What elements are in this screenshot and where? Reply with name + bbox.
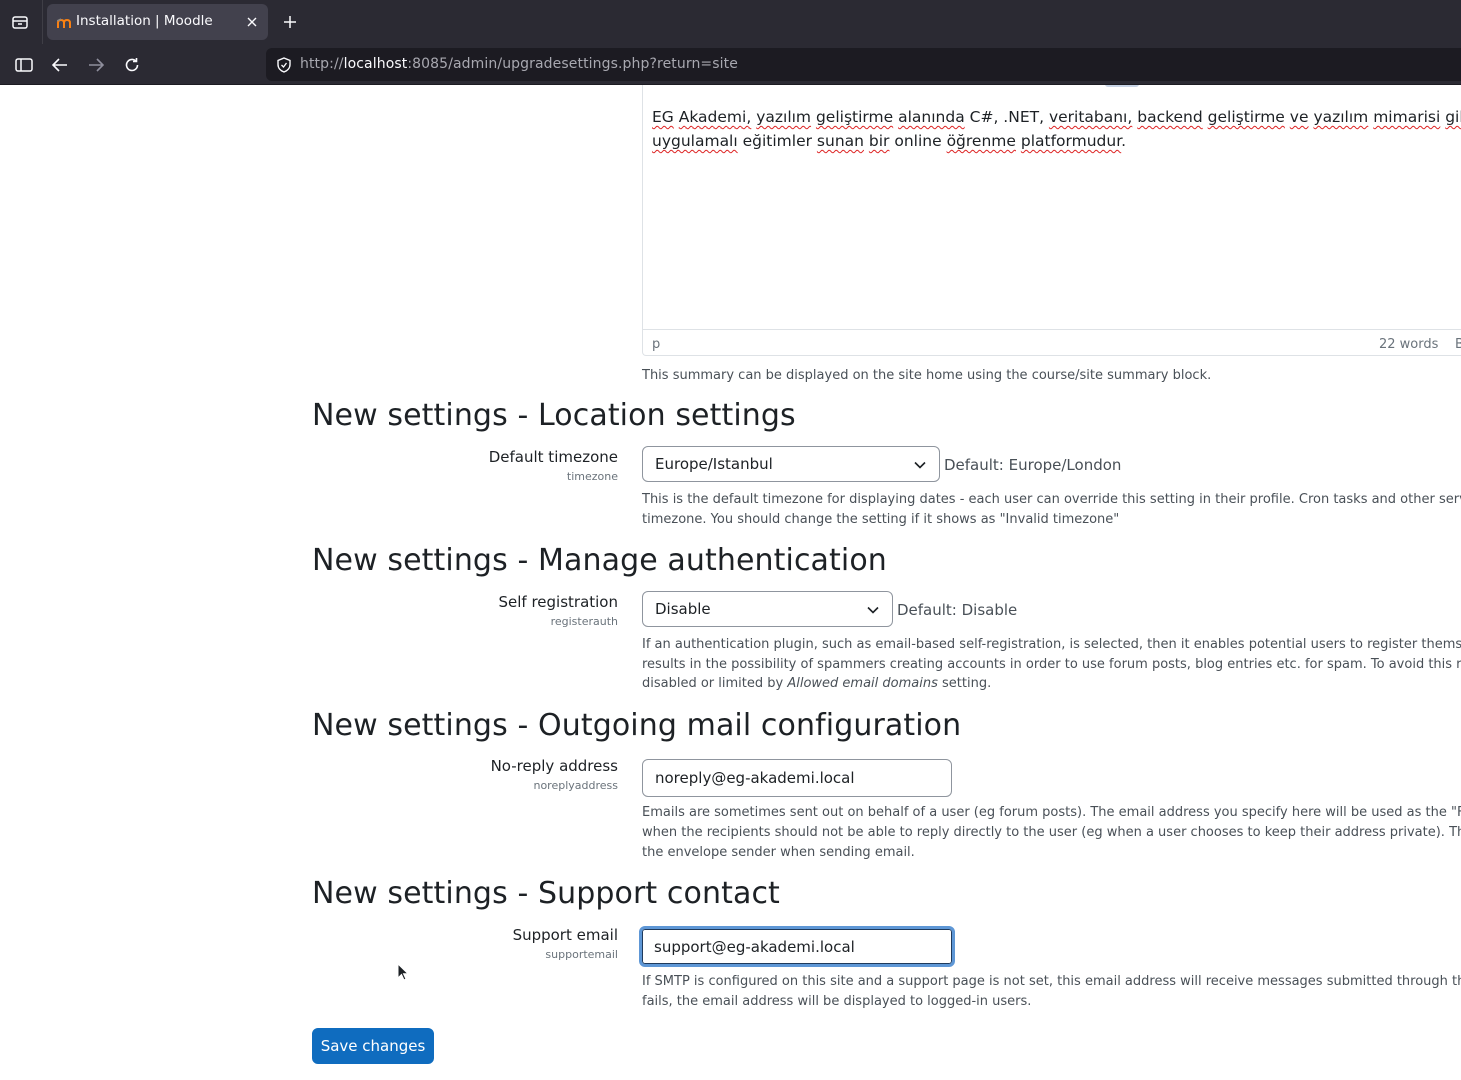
editor-text-run: öğrenme: [946, 132, 1016, 150]
browser-tabstrip: Installation | Moodle: [0, 0, 1461, 44]
timezone-selected-value: Europe/Istanbul: [655, 455, 773, 473]
editor-line-2: uygulamalı eğitimler sunan bir online öğ…: [652, 129, 1461, 153]
editor-text-run: backend: [1137, 108, 1203, 126]
save-changes-button[interactable]: Save changes: [312, 1028, 434, 1064]
mail-description-2: when the recipients should not be able t…: [642, 825, 1461, 840]
browser-navbar: http://localhost:8085/admin/upgradesetti…: [0, 44, 1461, 85]
editor-line-1: EG Akademi, yazılım geliştirme alanında …: [652, 105, 1461, 129]
editor-statusbar: p 22 words B: [643, 329, 1461, 355]
editor-text-run: yazılım: [1313, 108, 1369, 126]
timezone-description-2: timezone. You should change the setting …: [642, 512, 1120, 527]
editor-text-run: platformudur: [1020, 132, 1122, 150]
url-host: localhost: [343, 56, 408, 72]
noreply-setting-name: noreplyaddress: [533, 779, 618, 792]
self-registration-default: Default: Disable: [897, 601, 1018, 619]
auth-description-3: disabled or limited by Allowed email dom…: [642, 674, 991, 694]
editor-text-run: Akademi,: [678, 108, 752, 126]
editor-toolbar-edge: [1105, 85, 1139, 87]
editor-brand[interactable]: B: [1455, 337, 1461, 352]
site-summary-editor[interactable]: EG Akademi, yazılım geliştirme alanında …: [642, 85, 1461, 356]
tab-separator: [42, 0, 43, 44]
editor-text-run: alanında: [898, 108, 965, 126]
section-title-support: New settings - Support contact: [312, 876, 780, 911]
self-registration-setting-name: registerauth: [550, 615, 618, 628]
self-registration-select[interactable]: Disable: [642, 591, 893, 627]
word-count[interactable]: 22 words: [1379, 337, 1438, 352]
noreply-address-input[interactable]: [642, 759, 952, 797]
editor-content[interactable]: EG Akademi, yazılım geliştirme alanında …: [652, 105, 1461, 153]
tracking-shield-icon[interactable]: [275, 56, 293, 74]
back-arrow-icon[interactable]: [47, 52, 73, 78]
editor-text-run: bir: [868, 132, 890, 150]
timezone-setting-name: timezone: [566, 470, 618, 483]
editor-text-run: mimarisi: [1373, 108, 1441, 126]
tab-list-icon[interactable]: [8, 10, 32, 34]
editor-text-run: yazılım: [756, 108, 812, 126]
mail-description-1: Emails are sometimes sent out on behalf …: [642, 805, 1461, 820]
mail-description-3: the envelope sender when sending email.: [642, 845, 915, 860]
new-tab-plus-icon[interactable]: [278, 10, 302, 34]
support-description-2: fails, the email address will be display…: [642, 994, 1032, 1009]
allowed-email-domains-ref: Allowed email domains: [787, 676, 938, 691]
sidebar-toggle-icon[interactable]: [11, 52, 37, 78]
timezone-default: Default: Europe/London: [944, 456, 1122, 474]
browser-tab-active[interactable]: Installation | Moodle: [47, 4, 268, 40]
support-email-label: Support email: [512, 926, 618, 944]
element-path[interactable]: p: [652, 337, 660, 352]
support-email-input[interactable]: [639, 926, 955, 967]
self-registration-label: Self registration: [498, 593, 618, 611]
forward-arrow-icon[interactable]: [83, 52, 109, 78]
close-icon[interactable]: [242, 12, 262, 32]
editor-text-run: geliştirme: [815, 108, 894, 126]
noreply-label: No-reply address: [490, 757, 618, 775]
chevron-down-icon: [867, 606, 879, 614]
url-text[interactable]: http://localhost:8085/admin/upgradesetti…: [300, 56, 738, 72]
auth-description-3-end: setting.: [937, 676, 992, 691]
url-path: :8085/admin/upgradesettings.php?return=s…: [407, 56, 738, 72]
editor-text-run: EG: [652, 108, 674, 126]
editor-text-run: online: [889, 132, 947, 150]
editor-text-run: uygulamalı: [652, 132, 738, 150]
editor-text-run: geliştirme: [1207, 108, 1285, 126]
editor-text-run: veritabanı,: [1048, 108, 1133, 126]
self-registration-selected-value: Disable: [655, 600, 711, 618]
tab-title: Installation | Moodle: [76, 13, 213, 29]
editor-text-run: .: [1121, 132, 1127, 150]
timezone-description-1: This is the default timezone for display…: [642, 492, 1461, 507]
chevron-down-icon: [914, 461, 926, 469]
timezone-select[interactable]: Europe/Istanbul: [642, 446, 940, 482]
page-content: EG Akademi, yazılım geliştirme alanında …: [0, 85, 1461, 1080]
editor-text-run: C#, .NET,: [964, 108, 1049, 126]
moodle-favicon-icon: [56, 15, 71, 29]
editor-text-run: eğitimler: [737, 132, 817, 150]
address-bar[interactable]: http://localhost:8085/admin/upgradesetti…: [266, 48, 1461, 81]
section-title-mail: New settings - Outgoing mail configurati…: [312, 708, 962, 743]
mouse-pointer-icon: [397, 963, 409, 981]
editor-text-run: gibi: [1445, 108, 1461, 126]
url-scheme: http://: [300, 56, 344, 72]
support-description-1: If SMTP is configured on this site and a…: [642, 974, 1461, 989]
timezone-label: Default timezone: [488, 448, 618, 466]
section-title-auth: New settings - Manage authentication: [312, 543, 887, 578]
auth-description-1: If an authentication plugin, such as ema…: [642, 637, 1461, 652]
auth-description-2: results in the possibility of spammers c…: [642, 657, 1461, 672]
summary-description: This summary can be displayed on the sit…: [642, 368, 1212, 383]
reload-icon[interactable]: [119, 52, 145, 78]
auth-description-3-text: disabled or limited by: [642, 676, 788, 691]
editor-text-run: ve: [1289, 108, 1309, 126]
editor-text-run: sunan: [816, 132, 864, 150]
support-email-setting-name: supportemail: [545, 948, 618, 961]
section-title-location: New settings - Location settings: [312, 398, 796, 433]
